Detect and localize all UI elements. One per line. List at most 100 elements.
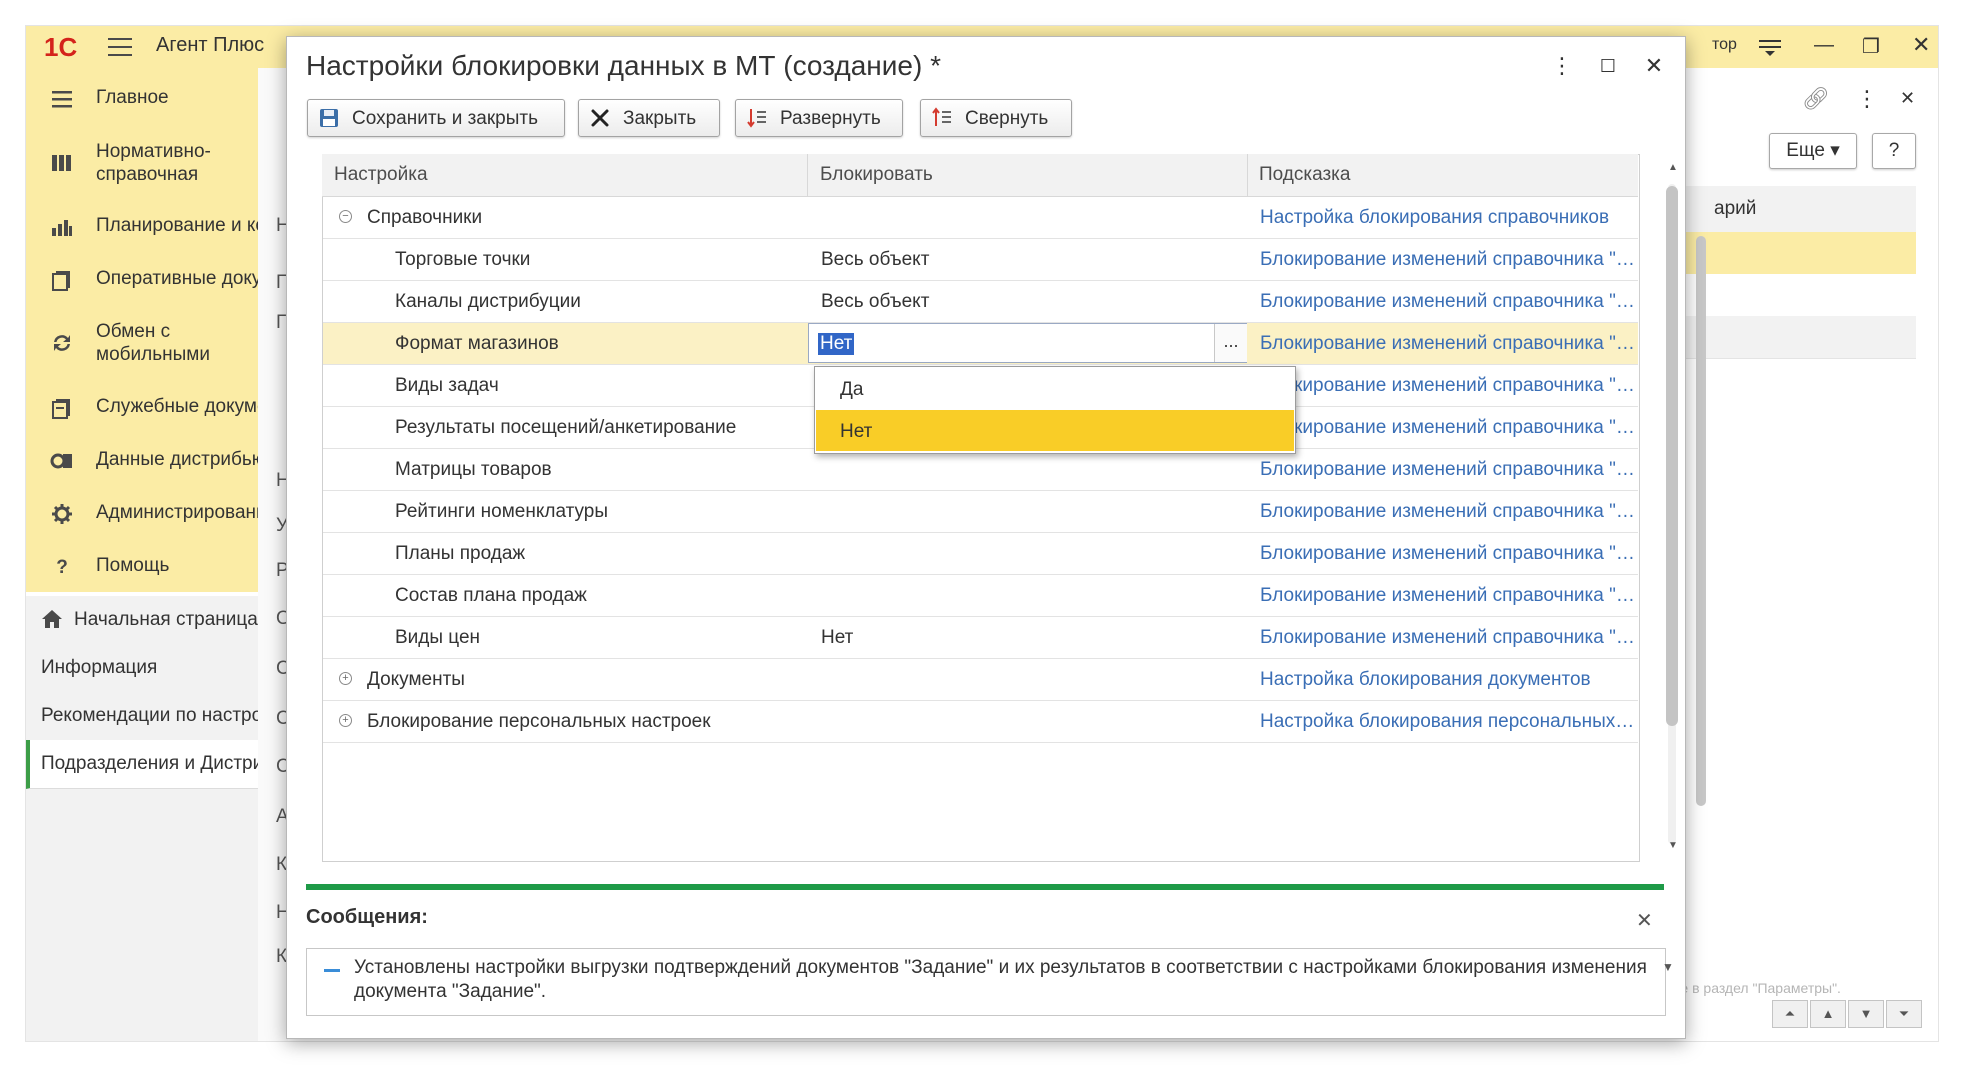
app-title: Агент Плюс (156, 34, 265, 56)
table-row[interactable]: Состав плана продаж Блокирование изменени… (323, 575, 1638, 617)
settings-lines-icon[interactable] (1758, 38, 1782, 58)
hint-link[interactable]: Блокирование изменений справочника "Виды… (1260, 627, 1636, 649)
gear-icon (52, 504, 72, 524)
sidebar-item-catalogs[interactable]: Нормативно-справочная информация (26, 140, 258, 188)
value-dropdown-list: Да Нет (814, 366, 1296, 454)
table-group-row[interactable]: + Документы Настройка блокирования докумен… (323, 659, 1638, 701)
background-row[interactable] (1684, 316, 1916, 359)
setting-name-cell: Матрицы товаров (395, 459, 552, 480)
scroll-up-icon[interactable]: ▲ (1668, 162, 1678, 173)
setting-name-cell: Планы продаж (395, 543, 526, 564)
hint-link[interactable]: Блокирование изменений справочника "Матр… (1260, 459, 1636, 481)
column-divider (1247, 154, 1248, 196)
restore-icon[interactable]: ❐ (1862, 34, 1880, 59)
nav-next-button[interactable]: ▼ (1848, 1000, 1884, 1028)
chart-icon (52, 220, 72, 236)
background-row-selected[interactable] (1684, 232, 1916, 274)
more-vertical-icon[interactable]: ⋮ (1856, 86, 1878, 112)
home-item-subdivisions[interactable]: Подразделения и Дистрибьюторы (26, 740, 258, 789)
hint-link[interactable]: Блокирование изменений справочника "Форм… (1260, 333, 1636, 355)
save-close-label: Сохранить и закрыть (352, 108, 539, 129)
sidebar-item-label: Главное (96, 87, 169, 108)
scroll-thumb[interactable] (1666, 186, 1678, 726)
home-item-start-page[interactable]: Начальная страница (26, 596, 258, 645)
background-row[interactable] (1684, 274, 1916, 317)
hint-link[interactable]: Блокирование изменений справочника "Сост… (1260, 585, 1636, 607)
home-item-recommendations[interactable]: Рекомендации по настройке (26, 692, 258, 741)
block-value-editor[interactable] (808, 323, 1247, 363)
close-messages-icon[interactable]: ✕ (1636, 908, 1653, 933)
block-value-cell[interactable]: Весь объект (821, 249, 929, 271)
minimize-icon[interactable]: — (1814, 34, 1834, 57)
collapse-group-icon[interactable]: − (339, 210, 352, 223)
maximize-icon[interactable]: ☐ (1594, 52, 1622, 80)
home-item-label: Начальная страница (74, 609, 258, 630)
close-button[interactable]: Закрыть (578, 99, 720, 137)
link-icon[interactable]: 🔗︎ (1802, 86, 1830, 112)
column-header-hint[interactable]: Подсказка (1259, 164, 1350, 186)
expand-button[interactable]: Развернуть (735, 99, 903, 137)
close-app-icon[interactable]: ✕ (1912, 32, 1930, 58)
messages-divider (306, 884, 1664, 890)
expand-label: Развернуть (780, 108, 881, 129)
hint-link[interactable]: Блокирование изменений справочника "Кана… (1260, 291, 1636, 313)
save-close-button[interactable]: Сохранить и закрыть (307, 99, 565, 137)
hint-link[interactable]: Блокирование изменений справочника "План… (1260, 543, 1636, 565)
block-value-cell[interactable]: Нет (821, 627, 853, 649)
scroll-down-icon[interactable]: ▼ (1668, 840, 1678, 851)
hint-link[interactable]: Блокирование изменений справочника "Торг… (1260, 249, 1636, 271)
home-item-information[interactable]: Информация (26, 644, 258, 693)
nav-last-button[interactable]: ⏷ (1886, 1000, 1922, 1028)
topbar-user-text: тор (1712, 36, 1737, 53)
dropdown-option-label: Нет (840, 421, 873, 442)
messages-scroll-down-icon[interactable]: ▼ (1662, 960, 1674, 974)
more-button-label: Еще (1786, 140, 1825, 161)
sidebar-item-label: Обмен с мобильными устройствами (96, 321, 210, 365)
column-divider (807, 154, 808, 196)
table-row[interactable]: Матрицы товаров Блокирование изменений сп… (323, 449, 1638, 491)
close-form-icon[interactable]: ✕ (1900, 88, 1915, 109)
block-value-cell[interactable]: Весь объект (821, 291, 929, 313)
nav-prev-button[interactable]: ▲ (1810, 1000, 1846, 1028)
hint-link[interactable]: Настройка блокирования справочников (1260, 207, 1636, 229)
more-button[interactable]: Еще ▾ (1769, 133, 1857, 169)
table-group-row[interactable]: − Справочники Настройка блокирования справ… (323, 197, 1638, 239)
choose-value-button[interactable]: ... (1214, 324, 1247, 362)
table-row[interactable]: Планы продаж Блокирование изменений справ… (323, 533, 1638, 575)
sidebar-item-label: Оперативные документы (96, 268, 258, 289)
home-item-label: Рекомендации по настройке (41, 705, 258, 726)
expand-group-icon[interactable]: + (339, 714, 352, 727)
catalog-icon (52, 155, 71, 171)
close-dialog-icon[interactable]: ✕ (1640, 52, 1668, 80)
expand-group-icon[interactable]: + (339, 672, 352, 685)
hint-link[interactable]: Блокирование изменений справочника "Резу… (1260, 417, 1636, 439)
logo-1c-icon: 1С (44, 32, 78, 62)
table-row[interactable]: Торговые точки Весь объект Блокирование из… (323, 239, 1638, 281)
collapse-button[interactable]: Свернуть (920, 99, 1072, 137)
setting-name-cell: Виды задач (395, 375, 499, 396)
distrib-data-icon (50, 453, 72, 469)
nav-first-button[interactable]: ⏶ (1772, 1000, 1808, 1028)
column-header-setting[interactable]: Настройка (334, 164, 428, 186)
more-vertical-icon[interactable]: ⋮ (1548, 52, 1576, 80)
message-text: Установлены настройки выгрузки подтвержд… (354, 957, 1647, 1002)
service-docs-icon (52, 399, 70, 419)
background-scrollbar[interactable] (1696, 236, 1706, 806)
column-header-block[interactable]: Блокировать (820, 164, 933, 186)
save-icon (320, 109, 338, 127)
hint-link[interactable]: Настройка блокирования документов (1260, 669, 1636, 691)
sidebar-item-mobile-exchange[interactable]: Обмен с мобильными устройствами (26, 320, 258, 368)
table-group-row[interactable]: + Блокирование персональных настроек Настр… (323, 701, 1638, 743)
dropdown-option-no[interactable]: Нет (816, 410, 1294, 451)
table-row[interactable]: Каналы дистрибуции Весь объект Блокировани… (323, 281, 1638, 323)
dropdown-option-yes[interactable]: Да (816, 368, 1294, 409)
help-button[interactable]: ? (1872, 133, 1916, 169)
hint-link[interactable]: Блокирование изменений справочника "Рейт… (1260, 501, 1636, 523)
block-value-input[interactable]: Нет (818, 333, 855, 355)
hint-link[interactable]: Настройка блокирования персональных наст… (1260, 711, 1636, 733)
table-row[interactable]: Рейтинги номенклатуры Блокирование измене… (323, 491, 1638, 533)
hamburger-menu-icon[interactable] (108, 36, 134, 58)
table-scrollbar[interactable]: ▲ ▼ (1662, 154, 1682, 860)
table-row[interactable]: Виды цен Нет Блокирование изменений справо… (323, 617, 1638, 659)
hint-link[interactable]: Блокирование изменений справочника "Виды… (1260, 375, 1636, 397)
